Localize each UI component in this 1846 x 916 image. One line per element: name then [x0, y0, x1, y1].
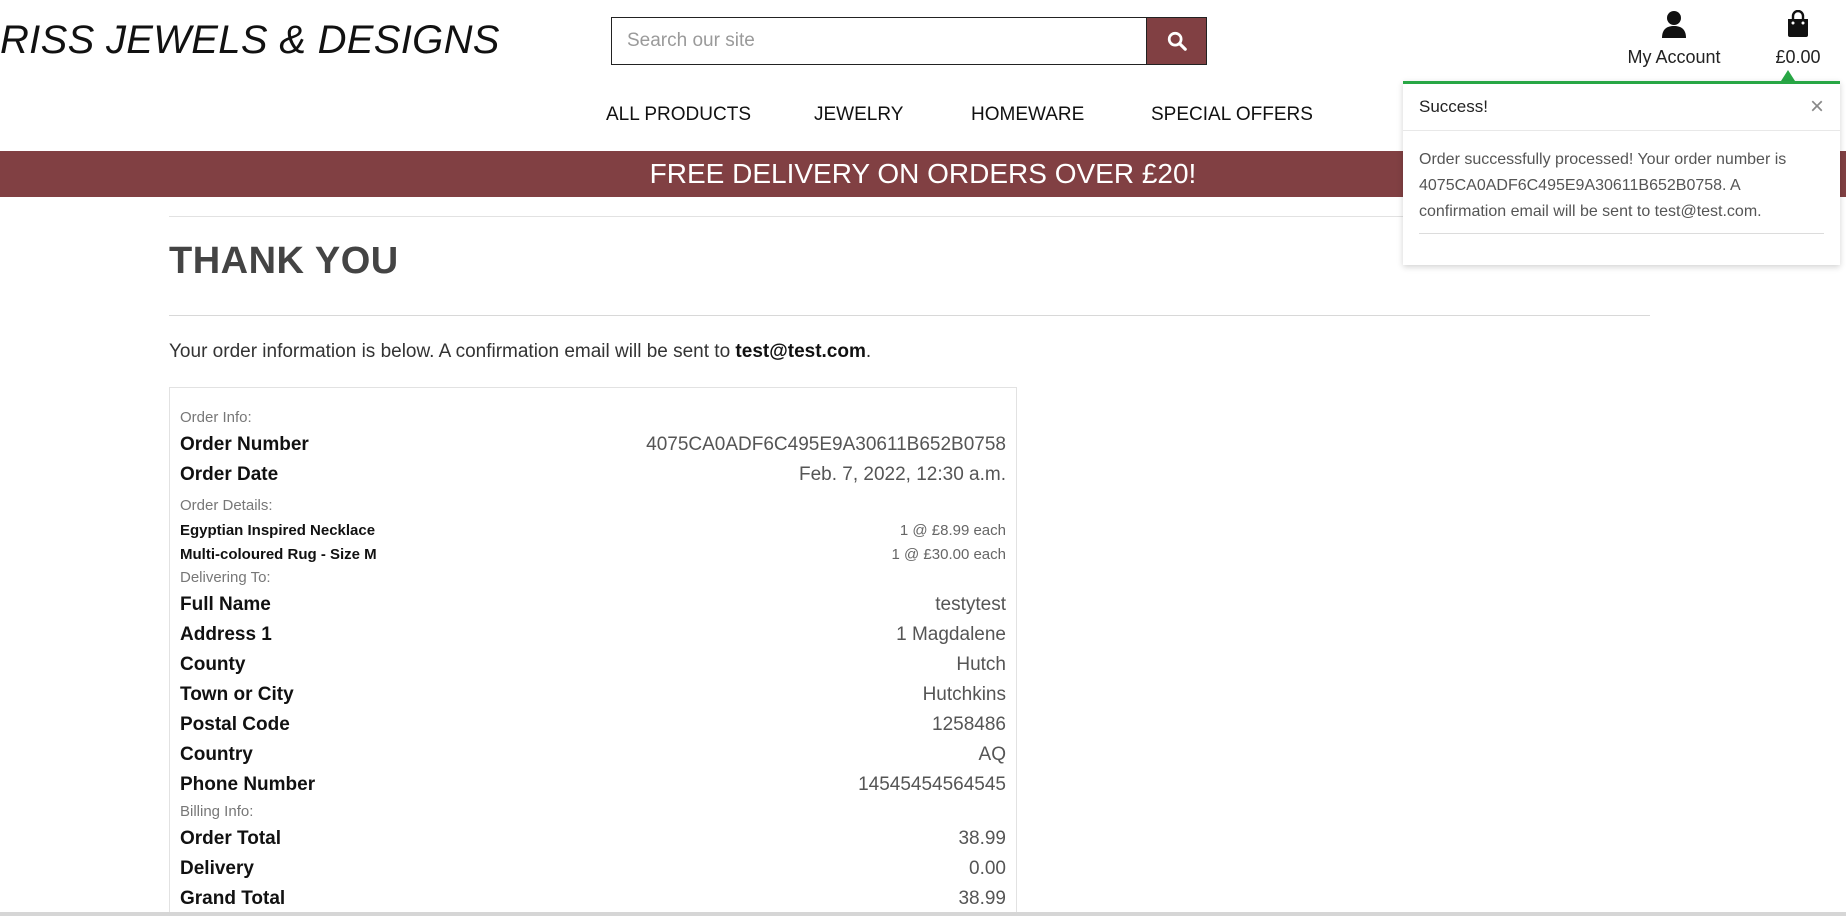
delivery-key: County: [180, 654, 246, 675]
order-intro-text: Your order information is below. A confi…: [169, 341, 871, 363]
toast-header: Success! ×: [1403, 84, 1840, 131]
order-date-value: Feb. 7, 2022, 12:30 a.m.: [798, 464, 1006, 485]
delivery-value: testytest: [935, 594, 1006, 615]
my-account-link[interactable]: My Account: [1622, 10, 1726, 68]
nav-homeware[interactable]: HOMEWARE: [971, 104, 1084, 126]
search-icon: [1167, 31, 1187, 51]
delivery-row: Town or City Hutchkins: [180, 680, 1006, 710]
divider: [169, 315, 1650, 316]
toast-title: Success!: [1419, 97, 1488, 116]
delivery-value: Hutchkins: [922, 684, 1006, 705]
toast-divider: [1419, 233, 1824, 234]
order-number-value: 4075CA0ADF6C495E9A30611B652B0758: [646, 434, 1006, 455]
delivery-row: Postal Code 1258486: [180, 710, 1006, 740]
delivery-row: Phone Number 14545454564545: [180, 770, 1006, 800]
delivery-row: Country AQ: [180, 740, 1006, 770]
my-account-label: My Account: [1627, 47, 1721, 67]
delivery-value: 1258486: [932, 714, 1006, 735]
toast-arrow: [1781, 70, 1795, 81]
billing-key: Grand Total: [180, 888, 286, 909]
nav-all-products[interactable]: ALL PRODUCTS: [606, 104, 751, 126]
close-icon[interactable]: ×: [1810, 95, 1824, 119]
billing-row: Delivery 0.00: [180, 854, 1006, 884]
order-date-row: Order Date Feb. 7, 2022, 12:30 a.m.: [180, 460, 1006, 490]
page-title: THANK YOU: [169, 240, 399, 282]
horizontal-scrollbar[interactable]: [0, 912, 1846, 916]
nav-jewelry[interactable]: JEWELRY: [814, 104, 903, 126]
nav-special-offers[interactable]: SPECIAL OFFERS: [1151, 104, 1313, 126]
bag-total: £0.00: [1775, 47, 1821, 67]
delivery-key: Full Name: [180, 594, 271, 615]
billing-row: Grand Total 38.99: [180, 884, 1006, 914]
order-number-row: Order Number 4075CA0ADF6C495E9A30611B652…: [180, 430, 1006, 460]
billing-key: Delivery: [180, 858, 254, 879]
order-info-label: Order Info:: [180, 409, 252, 426]
delivery-key: Country: [180, 744, 253, 765]
line-item-qty: 1 @ £8.99 each: [899, 521, 1006, 539]
order-date-key: Order Date: [180, 464, 279, 485]
order-details-label: Order Details:: [180, 497, 273, 514]
toast-message: Order successfully processed! Your order…: [1419, 151, 1787, 220]
delivery-row: County Hutch: [180, 650, 1006, 680]
billing-row: Order Total 38.99: [180, 824, 1006, 854]
delivery-key: Phone Number: [180, 774, 316, 795]
delivery-value: 1 Magdalene: [896, 624, 1006, 645]
shopping-bag-icon: [1788, 9, 1808, 37]
order-summary: Order Info: Order Number 4075CA0ADF6C495…: [169, 387, 1017, 916]
delivery-key: Town or City: [180, 684, 294, 705]
page: RISS JEWELS & DESIGNS My Account £0.00 A…: [0, 0, 1846, 916]
search-button[interactable]: [1146, 17, 1207, 65]
line-item: Multi-coloured Rug - Size M 1 @ £30.00 e…: [180, 542, 1006, 566]
brand-logo[interactable]: RISS JEWELS & DESIGNS: [0, 18, 500, 63]
search-input[interactable]: [611, 17, 1146, 65]
user-icon: [1662, 11, 1686, 38]
delivery-value: 14545454564545: [858, 774, 1006, 795]
billing-value: 0.00: [969, 858, 1006, 879]
delivery-row: Address 1 1 Magdalene: [180, 620, 1006, 650]
line-item-name: Egyptian Inspired Necklace: [180, 521, 376, 539]
billing-info-label: Billing Info:: [180, 803, 254, 820]
line-item-qty: 1 @ £30.00 each: [891, 545, 1006, 563]
intro-prefix: Your order information is below. A confi…: [169, 341, 736, 362]
billing-value: 38.99: [958, 888, 1006, 909]
billing-key: Order Total: [180, 828, 281, 849]
search-form: [611, 17, 1207, 65]
line-item: Egyptian Inspired Necklace 1 @ £8.99 eac…: [180, 518, 1006, 542]
intro-email: test@test.com: [735, 341, 866, 362]
order-number-key: Order Number: [180, 434, 309, 455]
delivering-to-label: Delivering To:: [180, 569, 271, 586]
delivery-key: Postal Code: [180, 714, 290, 735]
shopping-bag-link[interactable]: £0.00: [1768, 9, 1828, 68]
delivery-value: Hutch: [956, 654, 1006, 675]
intro-suffix: .: [865, 341, 872, 362]
success-toast: Success! × Order successfully processed!…: [1403, 81, 1840, 265]
delivery-row: Full Name testytest: [180, 590, 1006, 620]
delivery-value: AQ: [978, 744, 1006, 765]
delivery-key: Address 1: [180, 624, 272, 645]
line-item-name: Multi-coloured Rug - Size M: [180, 545, 377, 563]
billing-value: 38.99: [958, 828, 1006, 849]
